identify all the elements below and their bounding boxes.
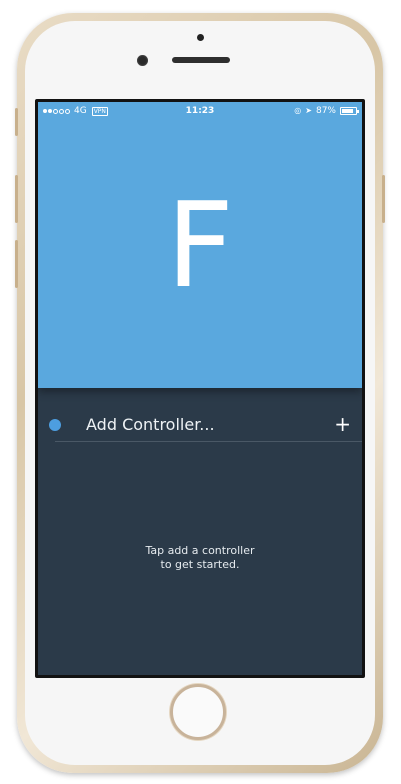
- controller-list: Add Controller... + Tap add a controller…: [38, 388, 362, 675]
- row-divider: [55, 441, 362, 442]
- phone-screen: 4G VPN 11:23 ◎ ➤ 87% F Add Controller...…: [35, 99, 365, 678]
- orientation-lock-icon: ◎: [294, 106, 302, 115]
- app-screen: 4G VPN 11:23 ◎ ➤ 87% F Add Controller...…: [38, 102, 362, 675]
- battery-percent: 87%: [315, 106, 336, 116]
- plus-icon[interactable]: +: [334, 411, 351, 437]
- app-header: 4G VPN 11:23 ◎ ➤ 87% F: [38, 102, 362, 388]
- status-bar: 4G VPN 11:23 ◎ ➤ 87%: [38, 102, 362, 120]
- proximity-sensor: [197, 34, 204, 41]
- battery-tip: [357, 110, 359, 113]
- mute-switch: [15, 108, 18, 136]
- empty-state-line-1: Tap add a controller: [145, 544, 255, 557]
- status-right: ◎ ➤ 87%: [294, 102, 359, 120]
- add-controller-label: Add Controller...: [86, 415, 215, 434]
- earpiece-speaker: [172, 57, 230, 63]
- battery-fill: [342, 109, 353, 113]
- power-button: [382, 175, 385, 223]
- battery-icon: [340, 107, 359, 115]
- front-camera-icon: [137, 55, 148, 66]
- add-controller-row[interactable]: Add Controller... +: [38, 405, 362, 445]
- volume-down-button: [15, 240, 18, 288]
- volume-up-button: [15, 175, 18, 223]
- app-logo: F: [166, 176, 234, 314]
- location-arrow-icon: ➤: [305, 106, 312, 115]
- empty-state-line-2: to get started.: [160, 558, 240, 571]
- home-button[interactable]: [170, 684, 226, 740]
- empty-state-message: Tap add a controller to get started.: [38, 544, 362, 572]
- status-dot-icon: [49, 419, 61, 431]
